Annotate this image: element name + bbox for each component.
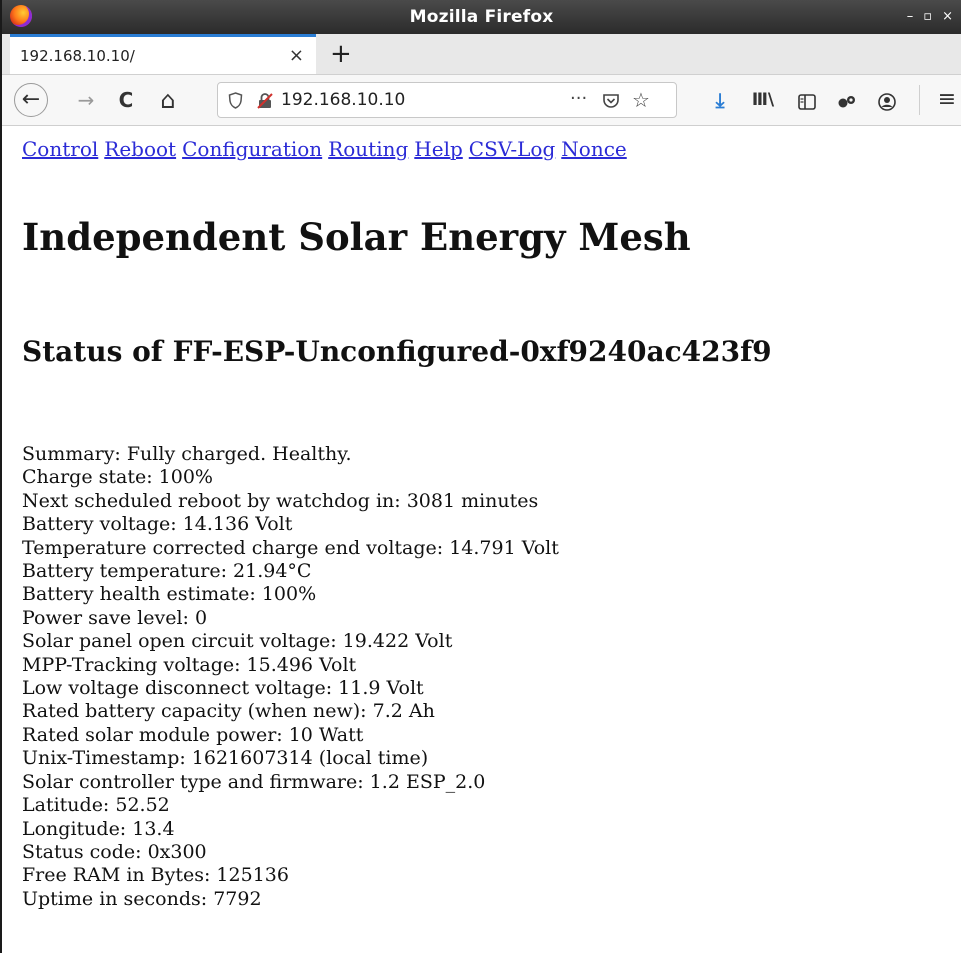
nav-link-configuration[interactable]: Configuration (182, 137, 322, 161)
navigation-toolbar: ← → C ⌂ 192.168.10.10 ··· ☆ ⤓ Ⅲ\ ≡ (2, 75, 961, 126)
status-line: Uptime in seconds: 7792 (22, 887, 262, 910)
nav-link-help[interactable]: Help (414, 137, 462, 161)
status-line: Solar controller type and firmware: 1.2 … (22, 770, 486, 793)
status-line: Temperature corrected charge end voltage… (22, 536, 559, 559)
browser-window: Mozilla Firefox – ▫ × 192.168.10.10/ × + ←… (0, 0, 961, 953)
status-line: Charge state: 100% (22, 466, 213, 489)
status-list: Summary: Fully charged. Healthy. Charge … (22, 443, 559, 911)
home-button[interactable]: ⌂ (152, 75, 184, 125)
back-button[interactable]: ← (14, 83, 48, 117)
nav-link-routing[interactable]: Routing (328, 137, 408, 161)
status-line: Solar panel open circuit voltage: 19.422… (22, 630, 453, 653)
extension-icon[interactable] (832, 75, 862, 125)
status-line: Unix-Timestamp: 1621607314 (local time) (22, 747, 429, 770)
url-bar[interactable]: 192.168.10.10 ··· ☆ (217, 82, 677, 118)
url-text: 192.168.10.10 (281, 90, 406, 110)
status-line: Low voltage disconnect voltage: 11.9 Vol… (22, 677, 424, 700)
status-line: MPP-Tracking voltage: 15.496 Volt (22, 653, 357, 676)
insecure-connection-icon[interactable] (256, 83, 274, 117)
status-line: Battery temperature: 21.94°C (22, 560, 312, 583)
status-line: Rated battery capacity (when new): 7.2 A… (22, 700, 435, 723)
status-line: Battery voltage: 14.136 Volt (22, 513, 293, 536)
menu-icon[interactable]: ≡ (932, 75, 961, 125)
library-icon[interactable]: Ⅲ\ (744, 75, 782, 125)
status-line: Free RAM in Bytes: 125136 (22, 864, 289, 887)
tab-title: 192.168.10.10/ (20, 47, 135, 65)
tab-active[interactable]: 192.168.10.10/ × (10, 34, 316, 74)
bookmark-star-icon[interactable]: ☆ (632, 83, 650, 117)
nav-link-nonce[interactable]: Nonce (561, 137, 626, 161)
download-icon[interactable]: ⤓ (705, 75, 735, 125)
status-line: Next scheduled reboot by watchdog in: 30… (22, 489, 539, 512)
toolbar-separator (919, 85, 920, 115)
window-title: Mozilla Firefox (409, 7, 554, 27)
reload-button[interactable]: C (112, 75, 140, 125)
status-line: Longitude: 13.4 (22, 817, 175, 840)
title-bar: Mozilla Firefox – ▫ × (2, 0, 961, 34)
tab-strip: 192.168.10.10/ × + (2, 34, 961, 75)
window-controls: – ▫ × (897, 0, 953, 34)
tab-close-icon[interactable]: × (289, 37, 304, 74)
page-nav: Control Reboot Configuration Routing Help CSV… (22, 137, 633, 161)
page-title: Independent Solar Energy Mesh (22, 215, 691, 259)
nav-link-csv-log[interactable]: CSV-Log (469, 137, 556, 161)
sidebar-icon[interactable] (792, 75, 822, 125)
new-tab-button[interactable]: + (330, 34, 352, 74)
account-icon[interactable] (872, 75, 902, 125)
maximize-button[interactable]: ▫ (923, 9, 932, 24)
status-line: Status code: 0x300 (22, 840, 207, 863)
forward-button[interactable]: → (72, 75, 100, 125)
status-line: Battery health estimate: 100% (22, 583, 317, 606)
tracking-shield-icon[interactable] (228, 83, 243, 117)
status-line: Rated solar module power: 10 Watt (22, 723, 364, 746)
status-line: Latitude: 52.52 (22, 794, 170, 817)
page-actions-icon[interactable]: ··· (570, 83, 587, 115)
pocket-icon[interactable] (602, 83, 620, 117)
status-line: Summary: Fully charged. Healthy. (22, 443, 352, 465)
close-window-button[interactable]: × (942, 9, 953, 24)
minimize-button[interactable]: – (907, 9, 914, 24)
nav-link-reboot[interactable]: Reboot (104, 137, 176, 161)
nav-link-control[interactable]: Control (22, 137, 98, 161)
status-heading: Status of FF-ESP-Unconfigured-0xf9240ac4… (22, 335, 772, 368)
status-line: Power save level: 0 (22, 606, 208, 629)
